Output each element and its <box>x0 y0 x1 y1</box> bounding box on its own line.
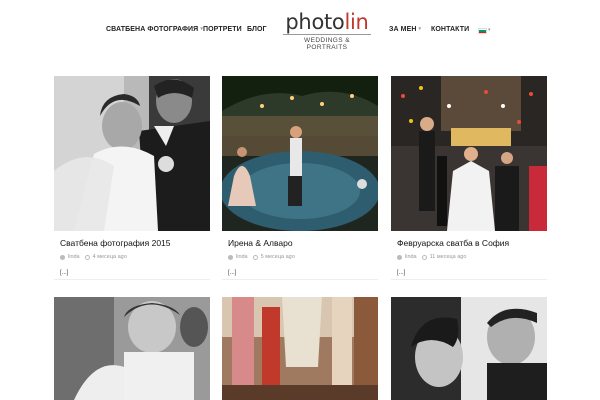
post-card[interactable]: Сватбена фотография 2015 linda 4 месеца … <box>54 76 210 280</box>
post-title[interactable]: Ирена & Алваро <box>228 238 293 248</box>
logo-subtitle: WEDDINGS & PORTRAITS <box>283 34 371 51</box>
post-thumbnail[interactable] <box>222 297 378 400</box>
nav-about[interactable]: ЗА МЕН ▾ <box>389 26 421 33</box>
user-icon <box>397 254 402 260</box>
card-divider <box>222 279 378 280</box>
language-caret-icon[interactable]: ▾ <box>488 27 491 33</box>
post-meta: linda 11 месеца ago <box>397 254 466 260</box>
post-thumbnail[interactable] <box>222 76 378 231</box>
post-excerpt: [...] <box>228 270 237 276</box>
post-thumbnail[interactable] <box>391 76 547 231</box>
nav-blog[interactable]: БЛОГ <box>247 26 267 33</box>
card-divider <box>54 279 210 280</box>
bulgarian-flag-icon[interactable] <box>478 28 487 34</box>
post-thumbnail[interactable] <box>391 297 547 400</box>
post-card[interactable] <box>54 297 210 400</box>
post-meta: linda 4 месеца ago <box>60 254 127 260</box>
post-time: 5 месеца ago <box>260 254 295 260</box>
post-meta: linda 5 месеца ago <box>228 254 295 260</box>
post-thumbnail[interactable] <box>54 297 210 400</box>
post-author[interactable]: linda <box>68 254 80 260</box>
nav-wedding-photography[interactable]: СВАТБЕНА ФОТОГРАФИЯ ▾ <box>106 26 203 33</box>
dropdown-caret-icon: ▾ <box>418 26 422 32</box>
post-card[interactable]: Февруарска сватба в София linda 11 месец… <box>391 76 547 280</box>
nav-contacts[interactable]: КОНТАКТИ <box>431 26 469 33</box>
post-thumbnail[interactable] <box>54 76 210 231</box>
post-card[interactable] <box>222 297 378 400</box>
nav-wedding-label: СВАТБЕНА ФОТОГРАФИЯ <box>106 26 199 33</box>
post-card[interactable]: Ирена & Алваро linda 5 месеца ago [...] <box>222 76 378 280</box>
post-time: 4 месеца ago <box>92 254 127 260</box>
post-title[interactable]: Февруарска сватба в София <box>397 238 509 248</box>
post-title[interactable]: Сватбена фотография 2015 <box>60 238 171 248</box>
site-header: СВАТБЕНА ФОТОГРАФИЯ ▾ ПОРТРЕТИ БЛОГ photo… <box>0 0 600 62</box>
nav-about-label: ЗА МЕН <box>389 26 417 33</box>
post-card[interactable] <box>391 297 547 400</box>
user-icon <box>60 254 65 260</box>
nav-portraits[interactable]: ПОРТРЕТИ <box>203 26 242 33</box>
site-logo[interactable]: photolin WEDDINGS & PORTRAITS <box>283 11 371 51</box>
post-time: 11 месеца ago <box>429 254 467 260</box>
logo-wordmark: photolin <box>285 10 369 34</box>
clock-icon <box>252 254 258 260</box>
post-author[interactable]: linda <box>236 254 248 260</box>
user-icon <box>228 254 233 260</box>
card-divider <box>391 279 547 280</box>
post-excerpt: [...] <box>60 270 69 276</box>
post-author[interactable]: linda <box>405 254 417 260</box>
clock-icon <box>84 254 90 260</box>
clock-icon <box>421 254 427 260</box>
post-excerpt: [...] <box>397 270 406 276</box>
